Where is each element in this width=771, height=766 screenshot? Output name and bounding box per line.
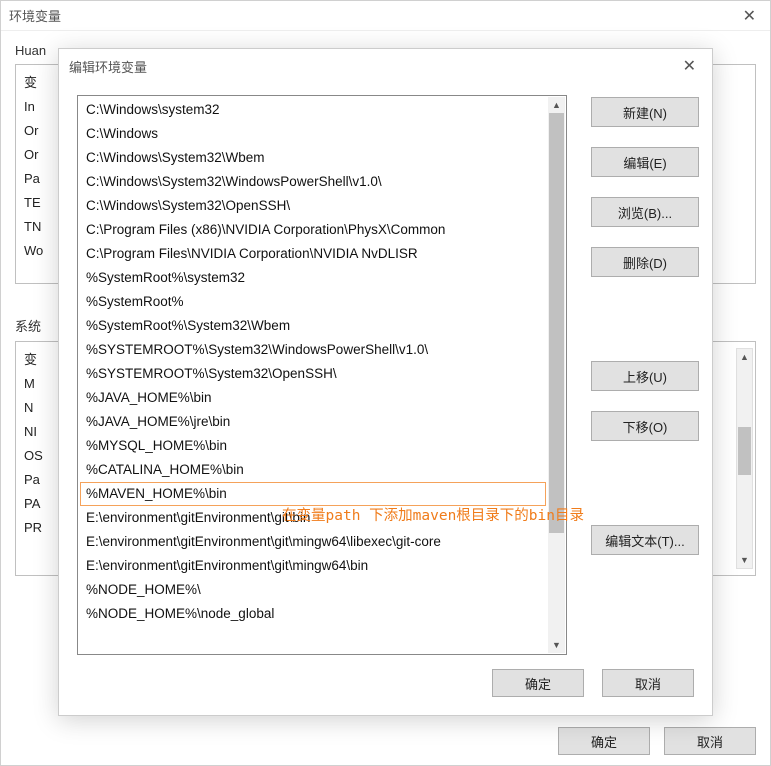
scroll-down-icon[interactable]: ▼ (548, 637, 565, 653)
path-list-item[interactable]: %NODE_HOME%\ (80, 578, 546, 602)
path-list-item[interactable]: C:\Windows\System32\Wbem (80, 146, 546, 170)
close-icon[interactable]: ✕ (737, 6, 762, 26)
path-list-item[interactable]: C:\Program Files\NVIDIA Corporation\NVID… (80, 242, 546, 266)
ok-button[interactable]: 确定 (492, 669, 584, 697)
scroll-thumb[interactable] (549, 113, 564, 533)
edit-environment-variable-dialog: 编辑环境变量 ✕ C:\Windows\system32C:\WindowsC:… (58, 48, 713, 716)
cancel-button[interactable]: 取消 (664, 727, 756, 755)
side-button-column: 新建(N) 编辑(E) 浏览(B)... 删除(D) 上移(U) 下移(O) 编… (591, 95, 699, 655)
path-list-item[interactable]: %SYSTEMROOT%\System32\WindowsPowerShell\… (80, 338, 546, 362)
ok-button[interactable]: 确定 (558, 727, 650, 755)
annotation-text: 在变量path 下添加maven根目录下的bin目录 (282, 504, 584, 525)
path-list-item[interactable]: %JAVA_HOME%\bin (80, 386, 546, 410)
outer-title: 环境变量 (9, 6, 61, 25)
scrollbar[interactable]: ▲ ▼ (548, 97, 565, 653)
scroll-down-icon[interactable]: ▼ (737, 552, 752, 568)
path-list-item[interactable]: C:\Windows\System32\OpenSSH\ (80, 194, 546, 218)
inner-titlebar: 编辑环境变量 ✕ (59, 49, 712, 83)
scroll-up-icon[interactable]: ▲ (548, 97, 565, 113)
path-list-item[interactable]: C:\Windows (80, 122, 546, 146)
path-list-item[interactable]: %MYSQL_HOME%\bin (80, 434, 546, 458)
path-list-item[interactable]: %SystemRoot% (80, 290, 546, 314)
move-up-button[interactable]: 上移(U) (591, 361, 699, 391)
path-listbox[interactable]: C:\Windows\system32C:\WindowsC:\Windows\… (77, 95, 567, 655)
inner-title: 编辑环境变量 (69, 57, 147, 76)
path-list-item[interactable]: %JAVA_HOME%\jre\bin (80, 410, 546, 434)
path-list-item[interactable]: C:\Windows\system32 (80, 98, 546, 122)
path-list-item[interactable]: C:\Program Files (x86)\NVIDIA Corporatio… (80, 218, 546, 242)
new-button[interactable]: 新建(N) (591, 97, 699, 127)
path-list-item[interactable]: %NODE_HOME%\node_global (80, 602, 546, 626)
path-list-item[interactable]: %SYSTEMROOT%\System32\OpenSSH\ (80, 362, 546, 386)
delete-button[interactable]: 删除(D) (591, 247, 699, 277)
path-list-item[interactable]: C:\Windows\System32\WindowsPowerShell\v1… (80, 170, 546, 194)
scroll-thumb[interactable] (738, 427, 751, 475)
cancel-button[interactable]: 取消 (602, 669, 694, 697)
path-list-item[interactable]: E:\environment\gitEnvironment\git\mingw6… (80, 554, 546, 578)
edit-text-button[interactable]: 编辑文本(T)... (591, 525, 699, 555)
path-list-item[interactable]: %MAVEN_HOME%\bin (80, 482, 546, 506)
edit-button[interactable]: 编辑(E) (591, 147, 699, 177)
outer-titlebar: 环境变量 ✕ (1, 1, 770, 31)
scrollbar[interactable]: ▲ ▼ (736, 348, 753, 569)
close-icon[interactable]: ✕ (677, 56, 702, 76)
path-list-item[interactable]: E:\environment\gitEnvironment\git\mingw6… (80, 530, 546, 554)
move-down-button[interactable]: 下移(O) (591, 411, 699, 441)
path-list-item[interactable]: %CATALINA_HOME%\bin (80, 458, 546, 482)
path-list-item[interactable]: %SystemRoot%\system32 (80, 266, 546, 290)
outer-button-row: 确定 取消 (1, 713, 770, 765)
browse-button[interactable]: 浏览(B)... (591, 197, 699, 227)
inner-button-row: 确定 取消 (59, 655, 712, 697)
scroll-up-icon[interactable]: ▲ (737, 349, 752, 365)
path-list-item[interactable]: %SystemRoot%\System32\Wbem (80, 314, 546, 338)
